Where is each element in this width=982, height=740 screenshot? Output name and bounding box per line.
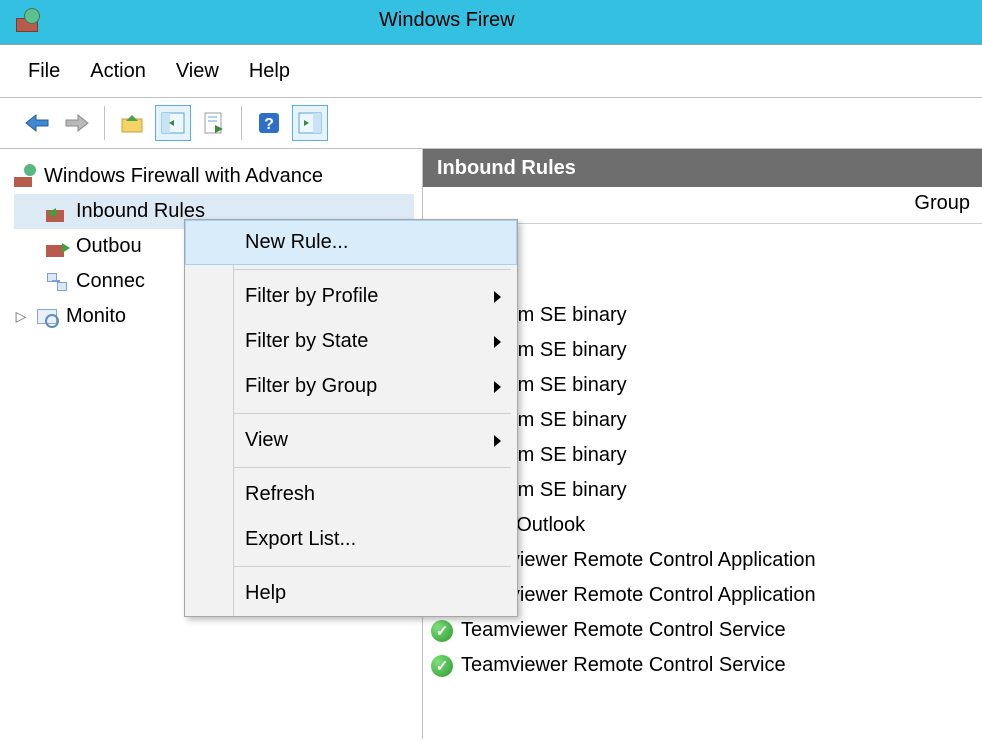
- nav-forward-button[interactable]: [60, 106, 94, 140]
- rule-name: Teamviewer Remote Control Service: [461, 619, 786, 642]
- window-title: Windows Firew: [379, 9, 515, 32]
- nav-back-button[interactable]: [20, 106, 54, 140]
- tree-item-label: Connec: [76, 270, 145, 293]
- submenu-arrow-icon: [494, 381, 501, 393]
- enabled-allow-icon: [431, 620, 453, 642]
- context-menu-separator: [233, 566, 511, 567]
- connection-icon: [46, 272, 68, 292]
- rule-name: Teamviewer Remote Control Service: [461, 654, 786, 677]
- ctx-item-label: Filter by Group: [245, 375, 377, 398]
- ctx-filter-profile[interactable]: Filter by Profile: [185, 274, 517, 319]
- titlebar: Windows Firew: [0, 0, 982, 44]
- ctx-item-label: Refresh: [245, 483, 315, 506]
- list-header: Inbound Rules: [423, 149, 982, 187]
- rule-row[interactable]: Teamviewer Remote Control Service: [423, 613, 982, 648]
- outbound-icon: [46, 237, 68, 257]
- ctx-new-rule[interactable]: New Rule...: [185, 220, 517, 265]
- expand-icon[interactable]: ▷: [14, 308, 28, 325]
- ctx-item-label: View: [245, 429, 288, 452]
- tree-root-label: Windows Firewall with Advance: [44, 165, 323, 188]
- ctx-refresh[interactable]: Refresh: [185, 472, 517, 517]
- monitoring-icon: [36, 307, 58, 327]
- ctx-export[interactable]: Export List...: [185, 517, 517, 562]
- ctx-filter-state[interactable]: Filter by State: [185, 319, 517, 364]
- column-group[interactable]: Group: [914, 192, 970, 215]
- firewall-icon: [14, 167, 36, 187]
- context-menu-separator: [233, 413, 511, 414]
- menu-help[interactable]: Help: [249, 60, 290, 83]
- ctx-item-label: Filter by State: [245, 330, 368, 353]
- menu-view[interactable]: View: [176, 60, 219, 83]
- toolbar-separator: [241, 106, 242, 140]
- ctx-item-label: New Rule...: [245, 231, 348, 254]
- show-hide-action-pane-button[interactable]: [292, 105, 328, 141]
- ctx-item-label: Filter by Profile: [245, 285, 378, 308]
- submenu-arrow-icon: [494, 336, 501, 348]
- toolbar: ?: [0, 98, 982, 148]
- ctx-item-label: Export List...: [245, 528, 356, 551]
- up-folder-button[interactable]: [115, 106, 149, 140]
- tree-item-label: Monito: [66, 305, 126, 328]
- rule-row[interactable]: Teamviewer Remote Control Service: [423, 648, 982, 683]
- menu-file[interactable]: File: [28, 60, 60, 83]
- toolbar-separator: [104, 106, 105, 140]
- help-button[interactable]: ?: [252, 106, 286, 140]
- ctx-filter-group[interactable]: Filter by Group: [185, 364, 517, 409]
- menubar: File Action View Help: [0, 45, 982, 91]
- context-menu-separator: [233, 467, 511, 468]
- export-list-button[interactable]: [197, 106, 231, 140]
- inbound-icon: [46, 202, 68, 222]
- context-menu: New Rule... Filter by Profile Filter by …: [184, 219, 518, 617]
- list-header-label: Inbound Rules: [437, 157, 576, 180]
- app-icon: [16, 12, 36, 32]
- ctx-help[interactable]: Help: [185, 571, 517, 616]
- ctx-item-label: Help: [245, 582, 286, 605]
- enabled-allow-icon: [431, 655, 453, 677]
- context-menu-separator: [233, 269, 511, 270]
- submenu-arrow-icon: [494, 291, 501, 303]
- show-hide-tree-button[interactable]: [155, 105, 191, 141]
- tree-item-label: Outbou: [76, 235, 142, 258]
- tree-root[interactable]: Windows Firewall with Advance: [14, 159, 414, 194]
- menu-action[interactable]: Action: [90, 60, 146, 83]
- ctx-view[interactable]: View: [185, 418, 517, 463]
- submenu-arrow-icon: [494, 435, 501, 447]
- svg-text:?: ?: [264, 116, 274, 133]
